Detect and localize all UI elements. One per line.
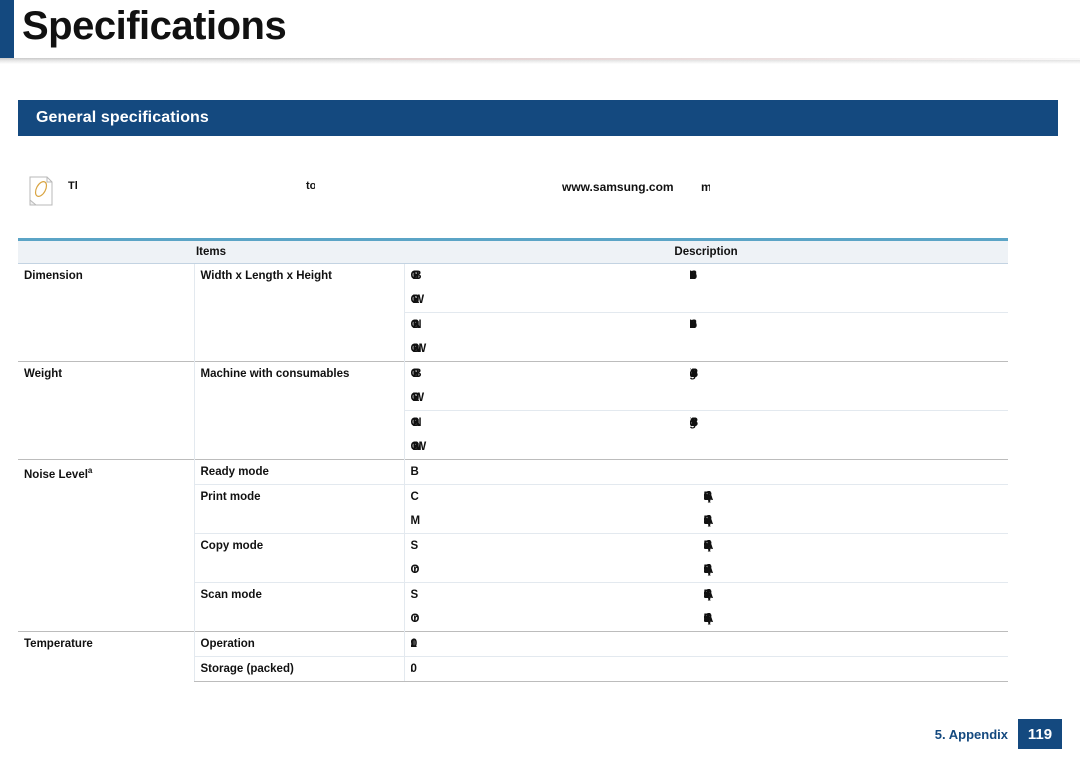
model-label: C30xW [403, 288, 685, 313]
model-label-text: C30xN [410, 417, 422, 429]
row-subitem-weight: Machine with consumables [193, 361, 405, 460]
model-label: C30xN [403, 312, 685, 337]
model-label-text: C30xNW [410, 343, 427, 355]
row-subitem-copy-mode: Copy mode [193, 533, 405, 583]
model-label: C30xB [403, 263, 685, 288]
model-value [684, 435, 1009, 460]
model-label-text: C30xW [410, 392, 425, 404]
table-row: Dimension Width x Length x Height C30xB … [18, 263, 1009, 362]
page-title: Specifications [22, 4, 287, 48]
model-label: C30xNW [403, 435, 685, 460]
noise-value-text: 53 dB(A) [703, 564, 712, 576]
header-accent-bar [0, 0, 14, 58]
model-label: C30xW [403, 386, 685, 411]
note-paper-pencil-icon [28, 176, 54, 206]
section-banner: General specifications [18, 100, 1058, 136]
model-label-text: C30xW [410, 294, 425, 306]
row-subitem-scan-mode: Scan mode [193, 582, 405, 632]
model-label: C30xNW [403, 337, 685, 362]
noise-condition-text: M [410, 515, 420, 527]
model-value-text: 406 x 362 x 335 mm (16.0 x 14.3 x 13.1 i… [690, 319, 816, 331]
noise-condition-text: Or [410, 564, 418, 576]
model-label: C30xN [403, 410, 685, 435]
model-value-text: 406 x 362 x 288 mm (16.0 x 14.3 x 11.4 i… [690, 270, 816, 282]
noise-condition-text: B [410, 466, 419, 478]
row-item-noise-level-label: Noise Level [24, 468, 88, 481]
noise-condition-text: S [410, 589, 419, 601]
note-text-fragment-1: The [68, 180, 77, 192]
row-item-noise-level: Noise Levela [18, 459, 194, 632]
noise-value-text: 56 dB(A) [703, 491, 712, 503]
noise-condition-text: C [410, 491, 419, 503]
noise-value-text: 51 dB(A) [703, 589, 712, 601]
row-item-temperature: Temperature [18, 631, 194, 682]
model-label-text: C30xN [410, 319, 422, 331]
model-label-text: C30xB [410, 368, 422, 380]
model-value [684, 386, 1009, 411]
specifications-table: Items Description Dimension Width x Leng… [18, 238, 1009, 682]
model-value [684, 288, 1009, 313]
page-footer: 5. Appendix 119 [935, 719, 1062, 749]
row-subitem-ready-mode: Ready mode [193, 459, 405, 485]
row-item-dimension: Dimension [18, 263, 194, 362]
model-label-text: C30xNW [410, 441, 427, 453]
row-subitem-storage: Storage (packed) [193, 656, 405, 682]
noise-value-text: 51 dB(A) [703, 613, 712, 625]
model-value: 12808 g / 28.22 lbs [684, 361, 1009, 386]
model-value-text: 12808 g / 28.22 lbs [690, 368, 776, 380]
note-block: The to www.samsung.com m [24, 172, 1036, 212]
note-text-fragment-2: to [306, 180, 315, 192]
table-row: Temperature Operation 10 to 32 °C (50 to… [18, 631, 1009, 682]
footer-page-number: 119 [1018, 719, 1062, 749]
noise-value-cell: S 51 dB(A) [403, 582, 1009, 607]
page-header: Specifications [0, 0, 1080, 64]
temperature-value-cell: 10 to 32 °C (50 to 89.6 °F) [403, 631, 1009, 657]
noise-condition-text: S [410, 540, 419, 552]
noise-value-cell: S 52 dB(A) [403, 533, 1009, 558]
column-header-description: Description [404, 238, 1009, 264]
section-title: General specifications [36, 109, 209, 126]
model-label-text: C30xB [410, 270, 422, 282]
model-value-text: 13968 g / 30.78 lbs [690, 417, 776, 429]
table-row: Weight Machine with consumables C30xB 12… [18, 361, 1009, 460]
column-header-items: Items [18, 238, 405, 264]
noise-value-cell: B [403, 459, 1009, 485]
row-subitem-print-mode: Print mode [193, 484, 405, 534]
noise-value-cell: Or 51 dB(A) [403, 607, 1009, 632]
row-item-weight: Weight [18, 361, 194, 460]
noise-value-text: 58 dB(A) [703, 515, 712, 527]
header-divider-tint [380, 58, 1080, 60]
note-url-tail: m [701, 180, 710, 194]
temperature-value-cell: 0 to 40 °C (32 to 104 °F) [403, 656, 1009, 682]
row-item-noise-footnote-marker: a [87, 466, 93, 475]
noise-value-cell: M 58 dB(A) [403, 509, 1009, 534]
temperature-value-text: 0 to 40 °C (32 to 104 °F) [411, 663, 503, 675]
temperature-value-text: 10 to 32 °C (50 to 89.6 °F) [411, 638, 503, 650]
noise-value-text: 52 dB(A) [703, 540, 712, 552]
noise-value-cell: C 56 dB(A) [403, 484, 1009, 509]
model-value [684, 337, 1009, 362]
noise-condition-text: Or [410, 613, 418, 625]
model-value: 406 x 362 x 288 mm (16.0 x 14.3 x 11.4 i… [684, 263, 1009, 288]
model-label: C30xB [403, 361, 685, 386]
row-subitem-operation: Operation [193, 631, 405, 657]
note-url: www.samsung.com [562, 180, 674, 194]
row-subitem-dimension: Width x Length x Height [193, 263, 405, 362]
table-header-row: Items Description [18, 238, 1009, 264]
model-value: 406 x 362 x 335 mm (16.0 x 14.3 x 13.1 i… [684, 312, 1009, 337]
model-value: 13968 g / 30.78 lbs [684, 410, 1009, 435]
table-row: Noise Levela Ready mode B [18, 459, 1009, 632]
noise-value-cell: Or 53 dB(A) [403, 558, 1009, 583]
footer-chapter-label: 5. Appendix [934, 726, 1008, 742]
